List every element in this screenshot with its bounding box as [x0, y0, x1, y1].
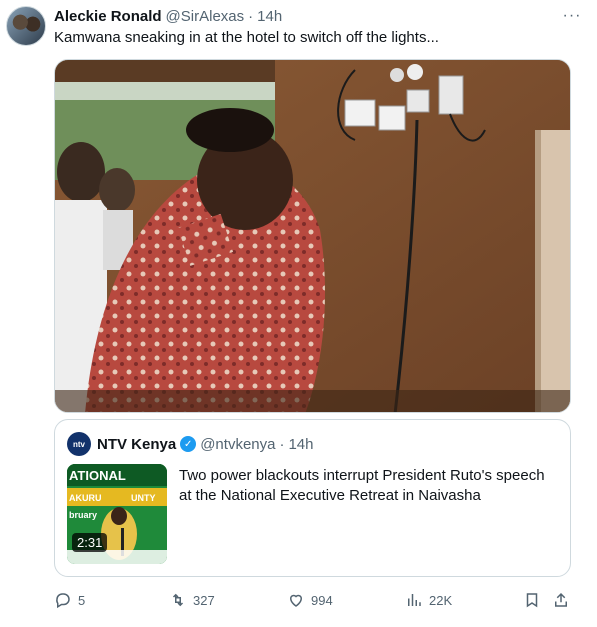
bookmark-button[interactable]: [523, 588, 541, 612]
quote-header: NTV Kenya ✓ @ntvkenya · 14h: [97, 432, 314, 456]
views-chart-icon: [408, 594, 421, 606]
tweet-text: Kamwana sneaking in at the hotel to swit…: [54, 29, 439, 46]
tweet[interactable]: Aleckie Ronald @SirAlexas · 14h ··· Kamw…: [0, 0, 597, 627]
photo-image: [55, 60, 570, 412]
tweet-photo[interactable]: [54, 59, 571, 413]
tweet-timestamp[interactable]: 14h: [257, 8, 282, 25]
thumb-text-line-3: UNTY: [131, 493, 156, 503]
thumb-text-line-1: ATIONAL: [69, 468, 126, 483]
repost-button[interactable]: 327: [169, 588, 215, 612]
repost-icon: [172, 593, 184, 607]
views-button[interactable]: 22K: [405, 588, 452, 612]
view-count: 22K: [429, 592, 453, 608]
heart-icon: [289, 594, 303, 607]
reply-count: 5: [78, 592, 86, 608]
author-avatar[interactable]: [6, 6, 46, 46]
video-duration-badge: 2:31: [72, 533, 108, 552]
share-button[interactable]: [552, 588, 570, 612]
quote-author-handle[interactable]: @ntvkenya: [200, 436, 275, 453]
repost-count: 327: [193, 592, 215, 608]
author-handle[interactable]: @SirAlexas: [166, 8, 245, 25]
bookmark-icon: [526, 593, 538, 608]
like-button[interactable]: 994: [287, 588, 333, 612]
quoted-tweet[interactable]: ntv NTV Kenya ✓ @ntvkenya · 14h ATIONAL …: [54, 419, 571, 577]
quote-author-avatar[interactable]: ntv: [67, 432, 91, 456]
like-count: 994: [311, 592, 333, 608]
quote-header-separator: ·: [279, 435, 285, 453]
author-display-name[interactable]: Aleckie Ronald: [54, 8, 162, 25]
reply-icon: [56, 593, 70, 609]
quote-timestamp[interactable]: 14h: [288, 436, 313, 453]
quote-text: Two power blackouts interrupt President …: [179, 467, 545, 504]
header-separator: ·: [248, 7, 254, 25]
share-icon: [555, 592, 567, 607]
thumb-text-line-2: AKURU: [69, 493, 102, 503]
thumb-text-line-4: bruary: [69, 510, 97, 520]
quote-author-display-name[interactable]: NTV Kenya: [97, 436, 176, 453]
more-options-icon[interactable]: ···: [561, 6, 583, 26]
verified-badge-icon: ✓: [180, 436, 197, 452]
reply-button[interactable]: 5: [54, 588, 85, 612]
tweet-actions-bar: 5 327 994 22K: [54, 588, 571, 612]
tweet-header: Aleckie Ronald @SirAlexas · 14h: [54, 6, 282, 26]
